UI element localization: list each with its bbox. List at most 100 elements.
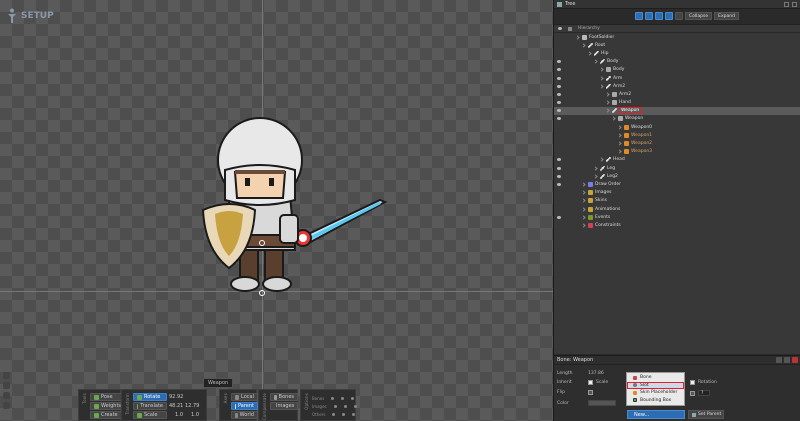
target-icon[interactable] xyxy=(353,404,357,408)
scale-button[interactable]: Scale xyxy=(133,411,167,419)
expand-toggle-icon[interactable] xyxy=(581,43,586,48)
expand-toggle-icon[interactable] xyxy=(593,174,598,179)
maximize-icon[interactable] xyxy=(784,1,789,7)
tree-row[interactable]: Leg xyxy=(554,164,800,172)
visibility-eye-icon[interactable] xyxy=(557,60,561,64)
expand-toggle-icon[interactable] xyxy=(605,92,610,97)
zoom-slider-icon[interactable] xyxy=(3,382,10,389)
flip-checkbox[interactable] xyxy=(588,390,593,395)
set-parent-button[interactable]: Set Parent xyxy=(688,410,724,419)
options-images-row[interactable]: Images xyxy=(312,403,357,409)
tree-row[interactable]: Animations xyxy=(554,205,800,213)
create-button[interactable]: Create xyxy=(90,411,126,419)
expand-toggle-icon[interactable] xyxy=(581,215,586,220)
translate-button[interactable]: Translate xyxy=(133,402,167,410)
world-button[interactable]: World xyxy=(231,411,258,419)
tree-row[interactable]: Weapon0 xyxy=(554,123,800,131)
expand-toggle-icon[interactable] xyxy=(581,190,586,195)
target-icon[interactable] xyxy=(352,412,356,416)
filter-az-icon[interactable] xyxy=(675,12,684,20)
new-button[interactable]: New... xyxy=(627,410,685,419)
filter-slots-icon[interactable] xyxy=(645,12,654,20)
tree-row[interactable]: Images xyxy=(554,189,800,197)
expand-toggle-icon[interactable] xyxy=(581,182,586,187)
expand-toggle-icon[interactable] xyxy=(581,198,586,203)
visibility-eye-icon[interactable] xyxy=(557,117,561,121)
compensate-bones-button[interactable]: Bones xyxy=(270,393,298,401)
expand-toggle-icon[interactable] xyxy=(575,34,580,40)
tree-row[interactable]: FootSoldier xyxy=(554,33,800,41)
parent-button[interactable]: Parent xyxy=(231,402,258,410)
menu-item-skin-placeholder[interactable]: Skin Placeholder xyxy=(627,389,684,397)
expand-toggle-icon[interactable] xyxy=(593,59,598,64)
visibility-eye-icon[interactable] xyxy=(557,158,561,162)
tree-row[interactable]: Skins xyxy=(554,197,800,205)
pose-button[interactable]: Pose xyxy=(90,393,126,401)
tree-row[interactable]: Leg2 xyxy=(554,172,800,180)
expand-toggle-icon[interactable] xyxy=(611,116,616,122)
tree-row[interactable]: Arm2 xyxy=(554,82,800,90)
color-swatch[interactable] xyxy=(588,400,616,406)
options-others-row[interactable]: Others xyxy=(312,411,357,417)
expand-toggle-icon[interactable] xyxy=(617,133,622,138)
tree-row[interactable]: Body xyxy=(554,58,800,66)
visibility-eye-icon[interactable] xyxy=(557,101,561,105)
visibility-eye-icon[interactable] xyxy=(557,76,561,80)
eye-icon[interactable] xyxy=(331,396,335,400)
tree-row[interactable]: Arm2 xyxy=(554,90,800,98)
inherit-scale-checkbox[interactable] xyxy=(588,380,593,385)
rotate-button[interactable]: Rotate xyxy=(133,393,167,401)
viewport-canvas[interactable]: SETUP Weapon xyxy=(0,0,553,421)
visibility-eye-icon[interactable] xyxy=(557,215,561,219)
local-button[interactable]: Local xyxy=(231,393,258,401)
tree-row[interactable]: Weapon1 xyxy=(554,131,800,139)
expand-toggle-icon[interactable] xyxy=(593,165,598,171)
scale-x-value[interactable]: 1.0 xyxy=(169,412,183,418)
translate-y-value[interactable]: 12.79 xyxy=(185,403,199,409)
tree-row[interactable]: Draw Order xyxy=(554,180,800,188)
flip-y-checkbox[interactable] xyxy=(690,390,695,396)
compensate-images-button[interactable]: Images xyxy=(270,402,298,410)
scale-y-value[interactable]: 1.0 xyxy=(185,412,199,418)
tree-row[interactable]: Arm xyxy=(554,74,800,82)
visibility-eye-icon[interactable] xyxy=(557,84,561,88)
lock-icon[interactable] xyxy=(341,396,345,400)
expand-toggle-icon[interactable] xyxy=(605,108,610,113)
weights-button[interactable]: Weights xyxy=(90,402,126,410)
target-icon[interactable] xyxy=(351,396,355,400)
expand-toggle-icon[interactable] xyxy=(587,51,592,56)
tree-row[interactable]: Constraints xyxy=(554,221,800,229)
expand-toggle-icon[interactable] xyxy=(605,100,610,105)
filter-attachments-icon[interactable] xyxy=(655,12,664,20)
eye-icon[interactable] xyxy=(332,412,336,416)
expand-toggle-icon[interactable] xyxy=(617,149,622,154)
expand-toggle-icon[interactable] xyxy=(581,206,586,212)
tree-view[interactable]: Hierarchy FootSoldier Root Hip Body Body Arm A… xyxy=(554,24,800,354)
edit-icon[interactable] xyxy=(776,357,782,363)
lock-icon[interactable] xyxy=(343,404,347,408)
tree-row[interactable]: Events xyxy=(554,213,800,221)
tree-row[interactable]: Weapon xyxy=(554,115,800,123)
options-bones-row[interactable]: Bones xyxy=(312,395,357,401)
expand-toggle-icon[interactable] xyxy=(581,223,586,228)
expand-toggle-icon[interactable] xyxy=(617,141,622,146)
character-sprite[interactable] xyxy=(195,110,395,300)
menu-item-slot[interactable]: Slot xyxy=(627,381,684,389)
expand-toggle-icon[interactable] xyxy=(599,67,604,72)
tree-row[interactable]: Weapon3 xyxy=(554,148,800,156)
duplicate-icon[interactable] xyxy=(784,357,790,363)
visibility-eye-icon[interactable] xyxy=(557,174,561,178)
close-icon[interactable] xyxy=(792,1,797,7)
tree-row[interactable]: Head xyxy=(554,156,800,164)
tree-row[interactable]: Hand xyxy=(554,99,800,107)
visibility-eye-icon[interactable] xyxy=(557,182,561,186)
tree-row[interactable]: Root xyxy=(554,41,800,49)
flip-y-field[interactable]: ? xyxy=(698,390,710,396)
translate-x-value[interactable]: 48.21 xyxy=(169,403,183,409)
expand-toggle-icon[interactable] xyxy=(599,157,604,163)
expand-toggle-icon[interactable] xyxy=(617,125,622,130)
menu-item-bone[interactable]: Bone xyxy=(627,374,684,382)
collapse-button[interactable]: Collapse xyxy=(685,12,713,20)
inherit-rotation-checkbox[interactable] xyxy=(690,380,695,385)
visibility-eye-icon[interactable] xyxy=(557,92,561,96)
